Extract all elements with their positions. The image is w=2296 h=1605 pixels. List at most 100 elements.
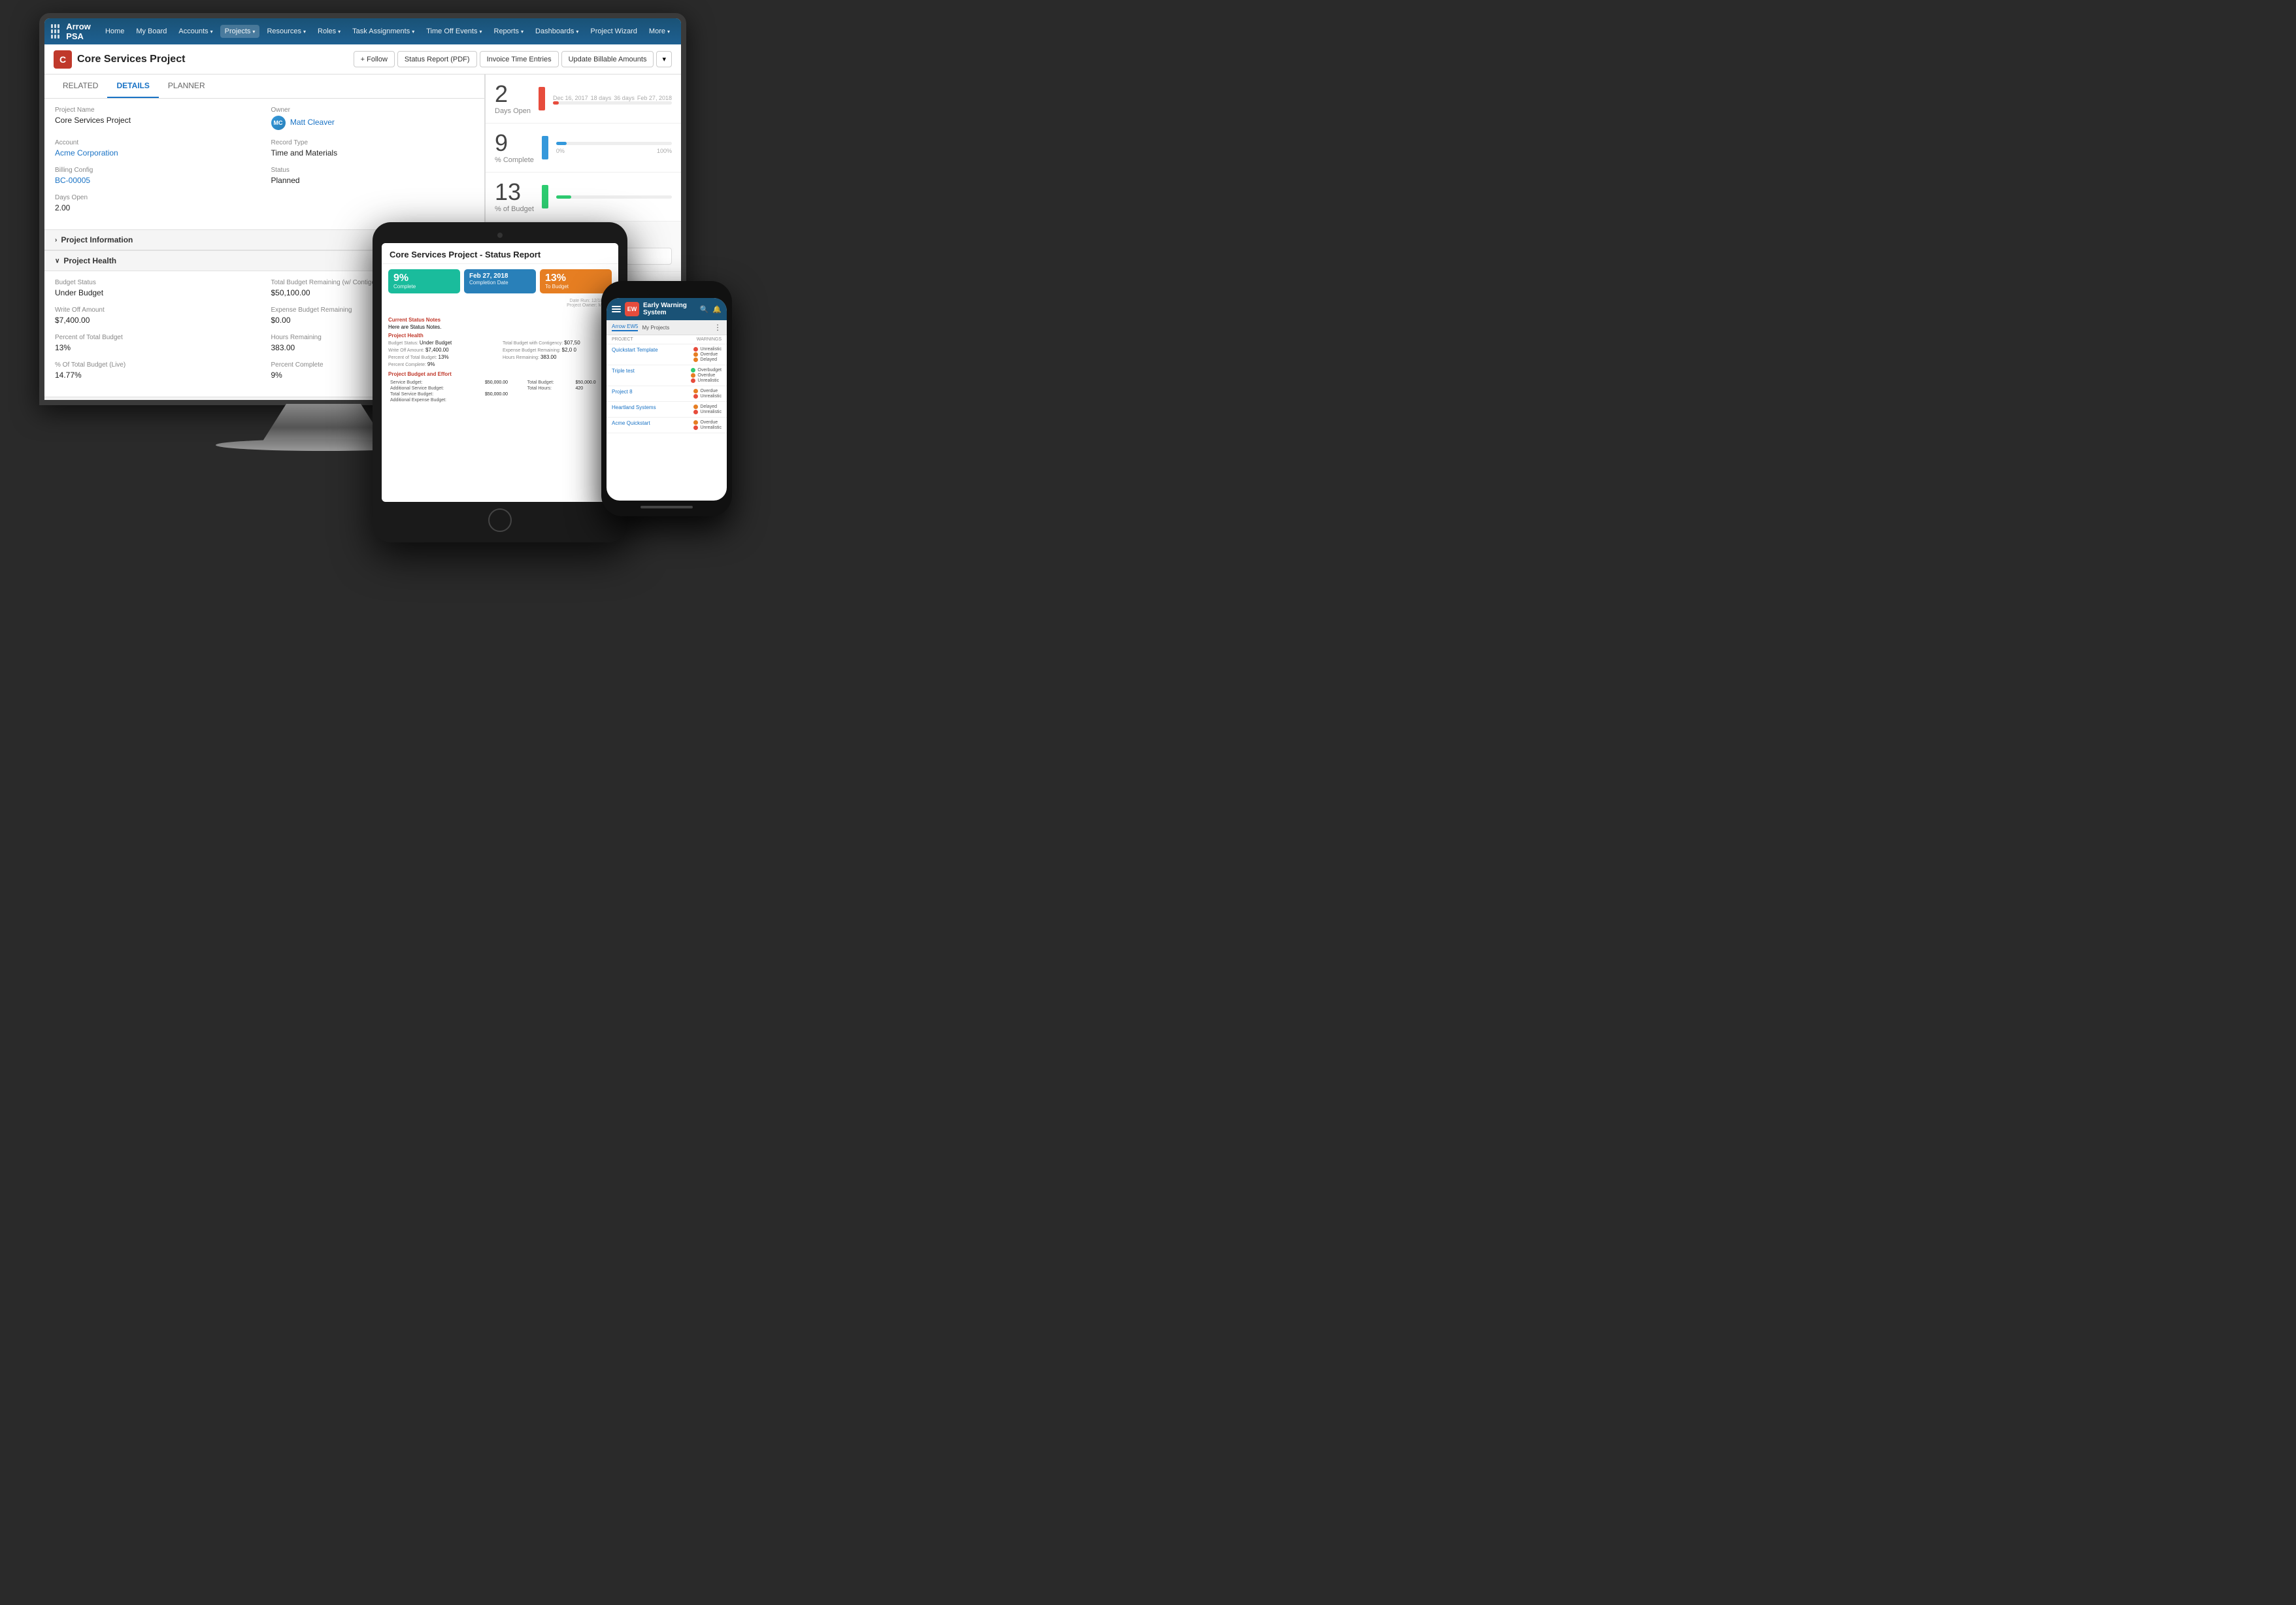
- field-write-off: Write Off Amount $7,400.00: [55, 306, 258, 325]
- pct-total-budget-value: 13%: [55, 343, 258, 352]
- field-record-type: Record Type Time and Materials: [271, 139, 474, 157]
- form-row-2: Account Acme Corporation Record Type Tim…: [55, 139, 474, 157]
- ews-project-triple[interactable]: Triple test: [612, 368, 691, 374]
- nav-task-assignments[interactable]: Task Assignments▾: [348, 25, 419, 38]
- budget-row-2: Additional Service Budget: Total Hours: …: [388, 386, 612, 391]
- tab-planner[interactable]: PLANNER: [159, 74, 214, 98]
- warn-delayed: Delayed: [693, 357, 722, 362]
- days-open-number: 2: [495, 82, 531, 106]
- metric-budget-num: 13%: [545, 273, 607, 284]
- pct-complete-card: 9 % Complete 0% 100%: [486, 124, 681, 173]
- ews-project-quickstart[interactable]: Quickstart Template: [612, 347, 693, 353]
- health-budget-status: Budget Status: Under Budget: [388, 340, 497, 346]
- days-open-color-block: [539, 87, 545, 110]
- pct-complete-left: 0%: [556, 148, 565, 154]
- account-value[interactable]: Acme Corporation: [55, 148, 258, 157]
- field-budget-status: Budget Status Under Budget: [55, 279, 258, 297]
- hamburger-menu[interactable]: [612, 306, 621, 312]
- ews-project-row-p8: Project 8 Overdue Unrealistic: [607, 386, 727, 402]
- iphone-home-indicator[interactable]: [641, 506, 693, 508]
- pct-budget-stat-label: % of Budget: [495, 205, 534, 213]
- project-name-label: Project Name: [55, 107, 258, 114]
- current-status-text: Here are Status Notes.: [388, 324, 612, 330]
- warn-unrealistic-h: Unrealistic: [693, 410, 722, 414]
- nav-time-off[interactable]: Time Off Events▾: [422, 25, 486, 38]
- metric-budget-label: To Budget: [545, 284, 607, 290]
- owner-name[interactable]: Matt Cleaver: [290, 118, 335, 127]
- account-label: Account: [55, 139, 258, 146]
- ews-project-acme[interactable]: Acme Quickstart: [612, 420, 693, 426]
- ews-more-icon[interactable]: ⋮: [714, 323, 722, 332]
- days-open-bar-area: Dec 16, 2017 18 days 36 days Feb 27, 201…: [553, 93, 672, 105]
- status-report-button[interactable]: Status Report (PDF): [397, 51, 477, 67]
- pct-budget-stat-block: 13 % of Budget: [495, 180, 534, 213]
- metric-card-budget: 13% To Budget: [540, 269, 612, 293]
- nav-dashboards[interactable]: Dashboards▾: [531, 25, 583, 38]
- nav-roles[interactable]: Roles▾: [313, 25, 345, 38]
- grid-icon[interactable]: [51, 24, 59, 39]
- pct-budget-number: 13: [495, 180, 534, 204]
- health-write-off: Write Off Amount: $7,400.00: [388, 347, 497, 353]
- actions-dropdown-button[interactable]: ▾: [656, 51, 672, 67]
- budget-row-3: Total Service Budget: $50,000.00: [388, 391, 612, 397]
- update-billable-button[interactable]: Update Billable Amounts: [561, 51, 654, 67]
- pct-complete-right: 100%: [657, 148, 672, 154]
- dot-orange-icon-3: [691, 373, 695, 378]
- health-pct-complete: Percent Complete: 9%: [388, 361, 497, 367]
- pct-budget-card: 13 % of Budget: [486, 173, 681, 222]
- nav-project-wizard[interactable]: Project Wizard: [586, 25, 642, 38]
- ews-title: Early Warning System: [643, 302, 696, 316]
- ews-project-p8[interactable]: Project 8: [612, 389, 693, 395]
- pct-budget-color-block: [542, 185, 548, 208]
- status-report-title: Core Services Project - Status Report: [390, 250, 610, 259]
- meta-row: Date Run: 12/18/201 Project Owner: Matt …: [382, 299, 618, 310]
- col-project-header: PROJECT: [612, 337, 697, 342]
- days-open-bar-track: [553, 101, 672, 105]
- ews-warnings-p8: Overdue Unrealistic: [693, 389, 722, 399]
- ews-search-icon[interactable]: 🔍: [700, 305, 709, 314]
- pct-complete-stat-label: % Complete: [495, 156, 534, 164]
- ews-project-row-triple: Triple test Overbudget Overdue Unrealist…: [607, 365, 727, 386]
- nav-home[interactable]: Home: [101, 25, 129, 38]
- ews-tab-arrow[interactable]: Arrow EW5: [612, 323, 638, 331]
- ipad-home-button[interactable]: [488, 508, 512, 532]
- invoice-button[interactable]: Invoice Time Entries: [480, 51, 559, 67]
- status-report-header: Core Services Project - Status Report: [382, 243, 618, 264]
- ews-project-row-acme: Acme Quickstart Overdue Unrealistic: [607, 418, 727, 433]
- owner-avatar: MC: [271, 116, 286, 130]
- warn-overdue-p8: Overdue: [693, 389, 722, 393]
- nav-projects[interactable]: Projects▾: [220, 25, 260, 38]
- nav-resources[interactable]: Resources▾: [262, 25, 310, 38]
- dot-orange-icon: [693, 352, 698, 357]
- ews-project-row: Quickstart Template Unrealistic Overdue …: [607, 344, 727, 365]
- chevron-right-icon: ›: [55, 237, 57, 244]
- ews-tab-my-projects[interactable]: My Projects: [642, 325, 669, 331]
- nav-reports[interactable]: Reports▾: [490, 25, 529, 38]
- brand-label: Arrow PSA: [66, 22, 93, 41]
- tab-details[interactable]: DETAILS: [107, 74, 158, 98]
- warn-overdue-2: Overdue: [691, 373, 722, 378]
- dot-red-acme: [693, 425, 698, 430]
- field-account: Account Acme Corporation: [55, 139, 258, 157]
- nav-bar: Arrow PSA Home My Board Accounts▾ Projec…: [44, 18, 681, 44]
- ews-bell-icon[interactable]: 🔔: [712, 305, 722, 314]
- field-pct-budget-live: % Of Total Budget (Live) 14.77%: [55, 361, 258, 380]
- tab-related[interactable]: RELATED: [54, 74, 107, 98]
- dot-orange-h: [693, 405, 698, 409]
- days-open-stat-block: 2 Days Open: [495, 82, 531, 115]
- dot-orange-icon-2: [693, 357, 698, 362]
- billing-config-value[interactable]: BC-00005: [55, 176, 258, 185]
- nav-more[interactable]: More▾: [644, 25, 674, 38]
- days-open-label: Days Open: [55, 194, 258, 201]
- ews-project-heartland[interactable]: Heartland Systems: [612, 405, 693, 410]
- follow-button[interactable]: + Follow: [354, 51, 395, 67]
- action-buttons: + Follow Status Report (PDF) Invoice Tim…: [354, 51, 672, 67]
- days-open-end-days: 36 days: [614, 95, 635, 101]
- pct-complete-bar-track: [556, 142, 672, 145]
- field-owner: Owner MC Matt Cleaver: [271, 107, 474, 130]
- nav-myboard[interactable]: My Board: [131, 25, 171, 38]
- pct-budget-bar-fill: [556, 195, 571, 199]
- nav-accounts[interactable]: Accounts▾: [174, 25, 217, 38]
- dot-red-icon-2: [691, 378, 695, 383]
- owner-label: Owner: [271, 107, 474, 114]
